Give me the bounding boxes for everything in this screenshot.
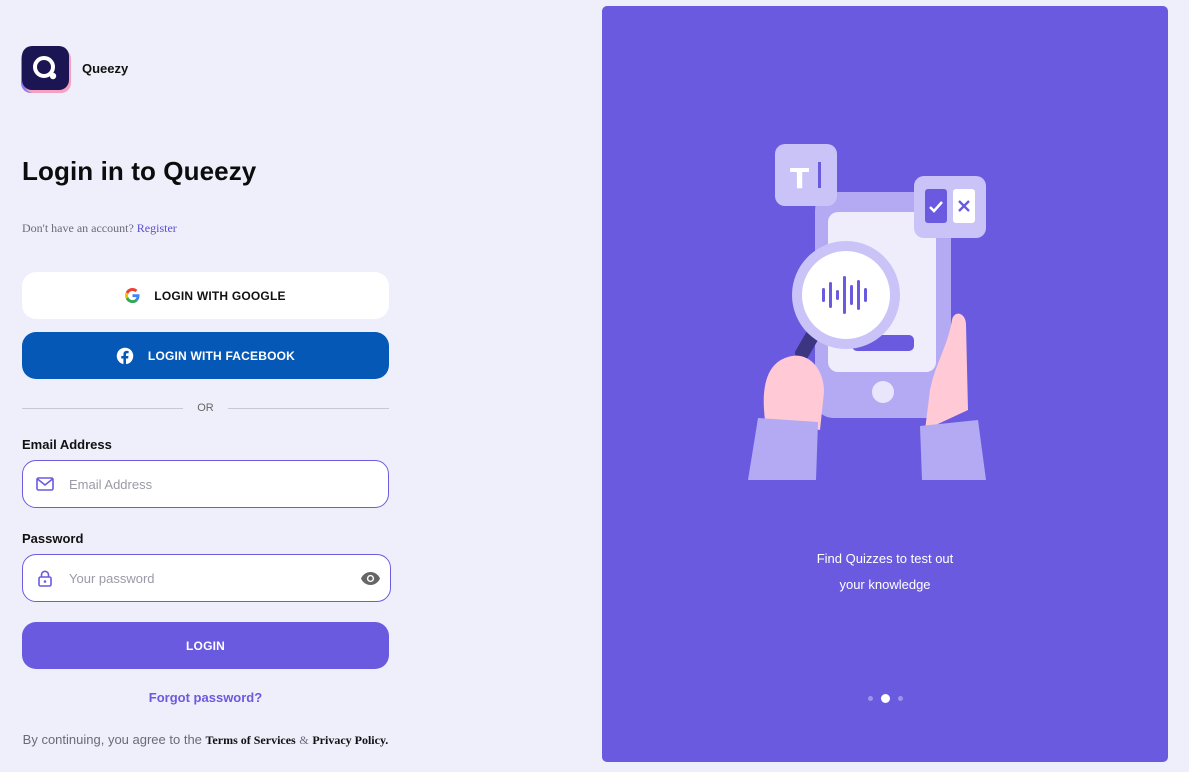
quiz-search-illustration-icon: T (748, 144, 986, 480)
privacy-policy-link[interactable]: Privacy Policy. (312, 733, 388, 747)
or-divider: OR (22, 400, 389, 416)
email-input[interactable] (65, 476, 388, 492)
caption-line-2: your knowledge (839, 577, 931, 592)
terms-notice: By continuing, you agree to the Terms of… (22, 729, 389, 751)
carousel-dot[interactable] (880, 694, 890, 703)
carousel-dot[interactable] (867, 696, 873, 701)
panel-caption: Find Quizzes to test out your knowledge (602, 546, 1168, 598)
forgot-password-link[interactable]: Forgot password? (22, 690, 389, 705)
onboarding-panel: T Find Quizzes to test out your knowledg… (602, 6, 1168, 762)
divider-line-right (227, 407, 389, 409)
google-icon (125, 288, 140, 303)
email-field-container (22, 460, 389, 508)
password-input[interactable] (65, 570, 350, 586)
register-prompt-text: Don't have an account? (22, 221, 134, 235)
carousel-dots (602, 694, 1168, 703)
page-title: Login in to Queezy (22, 156, 257, 186)
login-facebook-button[interactable]: LOGIN WITH FACEBOOK (22, 332, 389, 379)
password-field-container (22, 554, 391, 602)
mail-icon (25, 477, 65, 491)
login-button[interactable]: LOGIN (22, 622, 389, 669)
svg-text:T: T (790, 162, 809, 195)
google-button-label: LOGIN WITH GOOGLE (154, 288, 286, 303)
terms-of-services-link[interactable]: Terms of Services (206, 733, 296, 747)
caption-line-1: Find Quizzes to test out (816, 551, 954, 566)
divider-text: OR (197, 402, 214, 414)
login-button-label: LOGIN (186, 638, 225, 653)
carousel-dot[interactable] (897, 696, 903, 701)
register-prompt: Don't have an account? Register (22, 221, 177, 236)
terms-ampersand: & (299, 733, 309, 747)
password-label: Password (22, 531, 84, 546)
login-google-button[interactable]: LOGIN WITH GOOGLE (22, 272, 389, 319)
email-label: Email Address (22, 437, 112, 452)
facebook-button-label: LOGIN WITH FACEBOOK (147, 348, 296, 363)
register-link[interactable]: Register (137, 221, 177, 235)
brand: Queezy (22, 46, 128, 90)
divider-line-left (22, 407, 184, 409)
show-password-eye-icon[interactable] (350, 571, 390, 585)
terms-prefix: By continuing, you agree to the (22, 732, 202, 747)
queezy-logo-icon (22, 46, 69, 90)
brand-name: Queezy (82, 60, 129, 76)
facebook-icon (116, 347, 134, 365)
lock-icon (25, 570, 65, 587)
